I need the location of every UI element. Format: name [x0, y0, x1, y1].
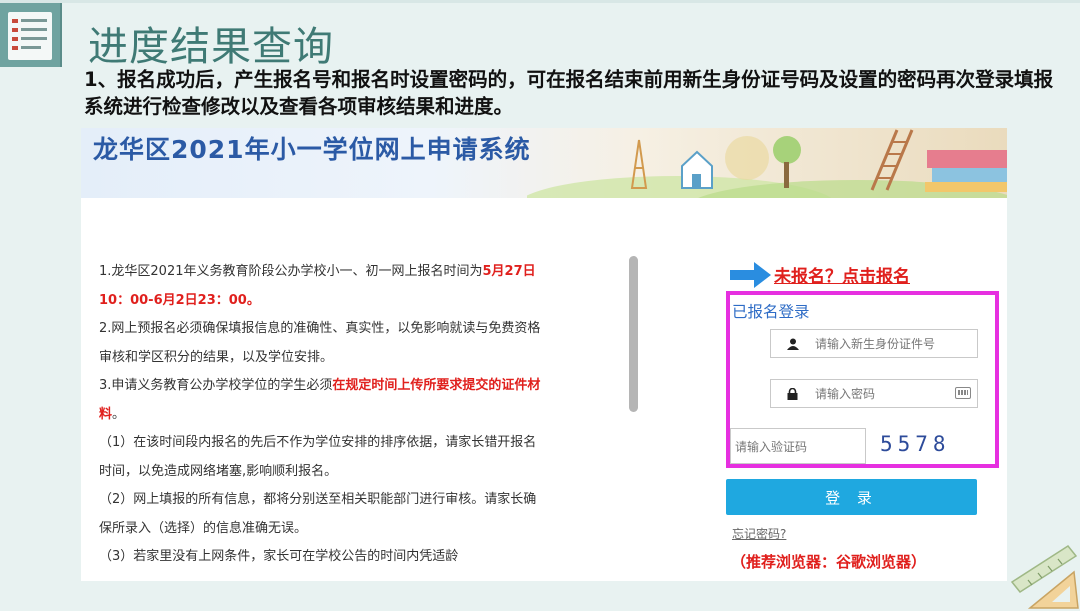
- password-placeholder: 请输入密码: [815, 387, 876, 401]
- lock-icon: [771, 380, 814, 407]
- notice-item-5: （2）网上填报的所有信息，都将分别送至相关职能部门进行审核。请家长确保所录入（选…: [99, 492, 537, 536]
- notice-item-4: （1）在该时间段内报名的先后不作为学位安排的排序依据，请家长错开报名时间，以免造…: [99, 435, 537, 479]
- captcha-input[interactable]: 请输入验证码: [730, 428, 866, 464]
- notice-item-1: 1.龙华区2021年义务教育阶段公办学校小一、初一网上报名时间为5月27日10：…: [99, 258, 549, 315]
- ruler-icon: [1010, 545, 1079, 609]
- arrow-right-icon: [730, 262, 771, 288]
- id-number-input[interactable]: 请输入新生身份证件号: [770, 329, 978, 358]
- document-list-icon: [0, 3, 62, 67]
- id-number-placeholder: 请输入新生身份证件号: [815, 337, 936, 351]
- keyboard-icon[interactable]: [955, 387, 971, 399]
- register-link[interactable]: 未报名？点击报名: [774, 262, 910, 287]
- user-icon: [771, 330, 814, 357]
- banner-illustration: [527, 129, 1007, 198]
- login-title: 已报名登录: [732, 303, 810, 321]
- notice-item-3-text: 3.申请义务教育公办学校学位的学生必须: [99, 378, 333, 393]
- banner-title: 龙华区2021年小一学位网上申请系统: [93, 135, 531, 164]
- login-page-panel: 1.龙华区2021年义务教育阶段公办学校小一、初一网上报名时间为5月27日10：…: [81, 198, 1007, 581]
- notice-item-3-end: 。: [112, 406, 126, 422]
- captcha-image[interactable]: 5578: [880, 432, 951, 456]
- system-banner: 龙华区2021年小一学位网上申请系统: [81, 128, 1007, 198]
- notice-item-6: （3）若家里没有上网条件，家长可在学校公告的时间内凭适龄: [99, 549, 459, 564]
- slide-title: 进度结果查询: [88, 24, 334, 70]
- login-form: 已报名登录 请输入新生身份证件号 请输入密码 请输入验证码 5578: [726, 291, 999, 468]
- notice-item-2: 2.网上预报名必须确保填报信息的准确性、真实性，以免影响就读与免费资格审核和学区…: [99, 321, 541, 365]
- notice-text: 1.龙华区2021年义务教育阶段公办学校小一、初一网上报名时间为5月27日10：…: [99, 258, 549, 572]
- intro-text: 1、报名成功后，产生报名号和报名时设置密码的，可在报名结束前用新生身份证号码及设…: [84, 68, 1054, 118]
- forgot-password-link[interactable]: 忘记密码?: [732, 525, 786, 542]
- password-input[interactable]: 请输入密码: [770, 379, 978, 408]
- browser-recommendation: （推荐浏览器：谷歌浏览器）: [731, 553, 927, 571]
- notice-item-1-text: 1.龙华区2021年义务教育阶段公办学校小一、初一网上报名时间为: [99, 264, 483, 279]
- captcha-placeholder: 请输入验证码: [735, 439, 808, 454]
- notice-scrollbar[interactable]: [629, 256, 638, 412]
- top-rule: [0, 0, 1080, 3]
- login-button[interactable]: 登 录: [726, 479, 977, 515]
- notice-item-3: 3.申请义务教育公办学校学位的学生必须在规定时间上传所要求提交的证件材料。: [99, 372, 549, 429]
